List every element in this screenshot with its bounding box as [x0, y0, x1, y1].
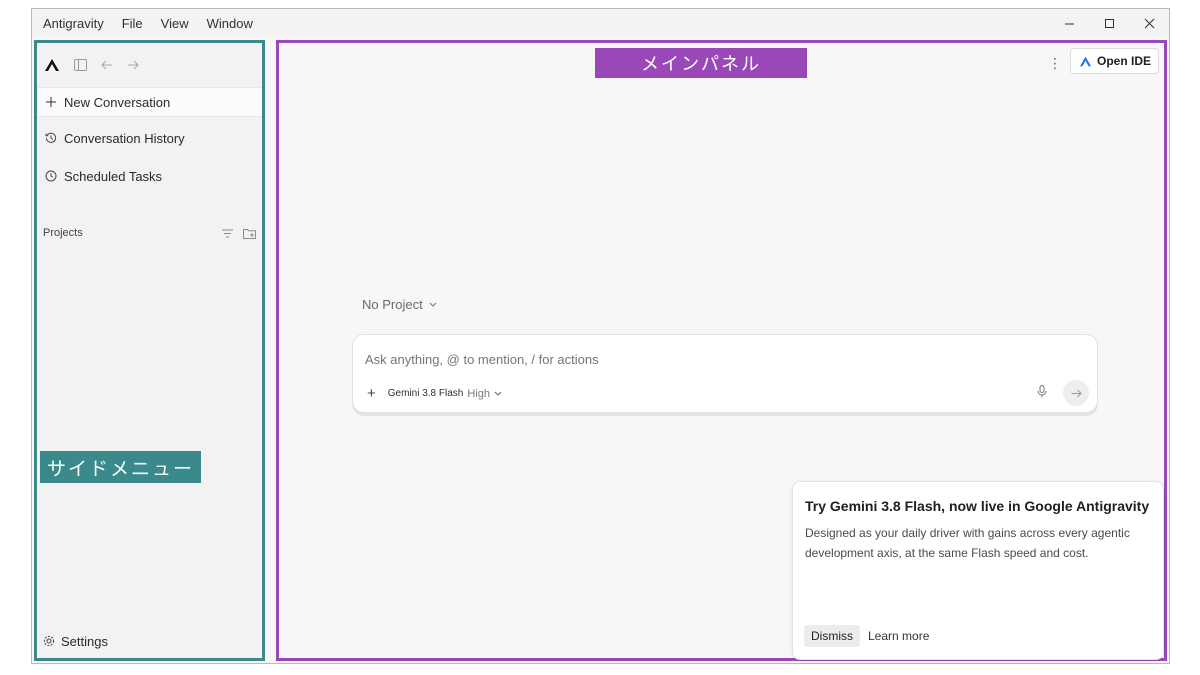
- projects-label: Projects: [43, 227, 83, 239]
- title-bar: Antigravity File View Window: [32, 9, 1169, 37]
- dismiss-button[interactable]: Dismiss: [804, 625, 860, 647]
- promo-notification: Try Gemini 3.8 Flash, now live in Google…: [792, 481, 1164, 660]
- notification-body: Designed as your daily driver with gains…: [805, 526, 1130, 560]
- new-folder-icon[interactable]: [243, 228, 256, 239]
- sidebar-item-new-conversation[interactable]: New Conversation: [37, 87, 262, 117]
- minimize-button[interactable]: [1049, 9, 1089, 37]
- project-selector-label: No Project: [362, 297, 423, 312]
- sidebar-toolbar: [37, 43, 262, 87]
- menu-window[interactable]: Window: [207, 16, 253, 31]
- window-controls: [1049, 9, 1169, 37]
- menu-bar: Antigravity File View Window: [32, 16, 271, 31]
- learn-more-button[interactable]: Learn more: [868, 629, 929, 643]
- history-icon: [43, 132, 59, 144]
- minimize-icon: [1064, 23, 1074, 24]
- sidebar-item-label: Conversation History: [64, 130, 185, 146]
- notification-title: Try Gemini 3.8 Flash, now live in Google…: [805, 498, 1150, 514]
- main-annotation-label: メインパネル: [595, 48, 807, 78]
- sidebar-item-label: Scheduled Tasks: [64, 168, 163, 184]
- close-button[interactable]: [1129, 9, 1169, 37]
- add-context-icon[interactable]: +: [367, 385, 376, 402]
- clock-icon: [43, 170, 59, 182]
- maximize-icon: [1104, 18, 1114, 28]
- projects-tools: [222, 228, 256, 239]
- model-name: Gemini 3.8 Flash: [387, 388, 464, 399]
- arrow-right-icon: [1071, 389, 1082, 397]
- more-options-icon[interactable]: ⋮: [1048, 55, 1062, 72]
- filter-icon[interactable]: [222, 229, 233, 238]
- app-window: Antigravity File View Window New Convers…: [31, 8, 1170, 664]
- project-selector[interactable]: No Project: [362, 297, 437, 312]
- chat-input[interactable]: [365, 352, 965, 367]
- menu-file[interactable]: File: [122, 16, 143, 31]
- send-button[interactable]: [1063, 380, 1089, 406]
- projects-header: Projects: [43, 227, 256, 239]
- chat-composer: + Gemini 3.8 Flash High: [352, 334, 1098, 413]
- menu-antigravity[interactable]: Antigravity: [43, 16, 104, 31]
- model-selector[interactable]: Gemini 3.8 Flash High: [388, 388, 502, 400]
- sidebar-item-scheduled-tasks[interactable]: Scheduled Tasks: [37, 161, 262, 191]
- antigravity-logo-icon[interactable]: [44, 58, 60, 72]
- toggle-sidebar-icon[interactable]: [74, 59, 87, 71]
- sidebar-annotation-label: サイドメニュー: [40, 451, 202, 483]
- notification-actions: Dismiss Learn more: [804, 625, 929, 647]
- main-panel: メインパネル ⋮ Open IDE No Project + Gemini 3.…: [276, 40, 1167, 661]
- gear-icon: [43, 635, 55, 647]
- back-arrow-icon[interactable]: [101, 60, 113, 70]
- sidebar: New Conversation Conversation History Sc…: [34, 40, 265, 661]
- microphone-icon[interactable]: [1037, 385, 1047, 398]
- menu-view[interactable]: View: [161, 16, 189, 31]
- close-icon: [1144, 18, 1154, 28]
- sidebar-item-label: New Conversation: [64, 94, 171, 110]
- composer-toolbar: + Gemini 3.8 Flash High: [367, 385, 502, 402]
- sidebar-item-conversation-history[interactable]: Conversation History: [37, 123, 262, 153]
- model-level: High: [467, 387, 490, 400]
- plus-icon: [43, 97, 59, 107]
- chevron-down-icon: [494, 391, 502, 396]
- antigravity-logo-icon: [1079, 56, 1091, 66]
- settings-item[interactable]: Settings: [43, 628, 108, 654]
- settings-label: Settings: [61, 633, 108, 649]
- chevron-down-icon: [429, 302, 437, 307]
- forward-arrow-icon[interactable]: [127, 60, 139, 70]
- open-ide-label: Open IDE: [1096, 54, 1151, 68]
- open-ide-button[interactable]: Open IDE: [1069, 48, 1159, 74]
- maximize-button[interactable]: [1089, 9, 1129, 37]
